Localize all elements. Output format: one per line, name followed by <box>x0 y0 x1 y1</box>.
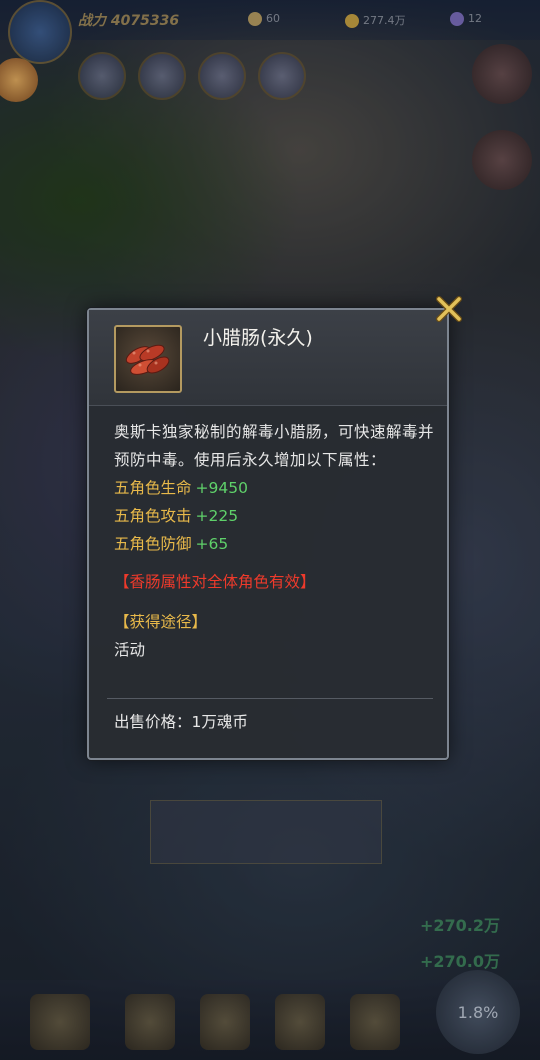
stat-line: 五角色防御 +65 <box>114 530 434 558</box>
top-hud-bar: 战力 4075336 60 277.4万 12 <box>0 0 540 40</box>
menu-button[interactable] <box>350 994 400 1050</box>
effect-notice: 【香肠属性对全体角色有效】 <box>114 573 316 591</box>
stat-value: +65 <box>195 535 229 553</box>
menu-button[interactable] <box>200 994 250 1050</box>
hero-portrait[interactable] <box>198 52 246 100</box>
reward-gain-text: +270.2万 <box>419 916 500 935</box>
resource-counter[interactable]: 60 <box>248 12 280 26</box>
tooltip-header: 小腊肠(永久) <box>89 310 447 406</box>
gem-icon <box>450 12 464 26</box>
menu-button[interactable] <box>125 994 175 1050</box>
stat-name: 五角色攻击 <box>114 507 192 525</box>
resource-counter[interactable]: 277.4万 <box>345 12 406 28</box>
tooltip-body: 奥斯卡独家秘制的解毒小腊肠，可快速解毒并预防中毒。使用后永久增加以下属性： 五角… <box>114 418 434 664</box>
hero-portrait[interactable] <box>78 52 126 100</box>
menu-button[interactable] <box>275 994 325 1050</box>
stat-name: 五角色生命 <box>114 479 192 497</box>
item-description: 奥斯卡独家秘制的解毒小腊肠，可快速解毒并预防中毒。使用后永久增加以下属性： <box>114 423 435 469</box>
divider <box>107 698 433 699</box>
hero-portrait-row <box>78 52 318 104</box>
resource-value: 277.4万 <box>363 14 406 27</box>
stat-line: 五角色攻击 +225 <box>114 502 434 530</box>
progress-percent[interactable]: 1.8% <box>436 970 520 1054</box>
reward-gain-text: +270.0万 <box>419 952 500 971</box>
player-avatar[interactable] <box>8 0 72 64</box>
stat-line: 五角色生命 +9450 <box>114 474 434 502</box>
sell-price: 出售价格：1万魂币 <box>114 713 248 731</box>
stat-name: 五角色防御 <box>114 535 192 553</box>
key-icon <box>248 12 262 26</box>
item-tooltip-panel: 小腊肠(永久) 奥斯卡独家秘制的解毒小腊肠，可快速解毒并预防中毒。使用后永久增加… <box>87 296 462 760</box>
resource-value: 60 <box>266 12 280 25</box>
event-button[interactable] <box>472 44 532 104</box>
hero-portrait[interactable] <box>138 52 186 100</box>
stat-value: +9450 <box>195 479 248 497</box>
source-heading: 【获得途径】 <box>114 613 208 631</box>
close-icon[interactable] <box>434 294 464 324</box>
boss-event-button[interactable] <box>472 130 532 190</box>
combat-power: 战力 4075336 <box>78 13 180 29</box>
coin-icon <box>345 14 359 28</box>
item-title: 小腊肠(永久) <box>203 327 313 349</box>
sausage-icon <box>114 325 182 393</box>
stat-value: +225 <box>195 507 239 525</box>
resource-counter[interactable]: 12 <box>450 12 482 26</box>
quest-banner[interactable] <box>150 800 382 864</box>
main-menu-button[interactable] <box>30 994 90 1050</box>
source-value: 活动 <box>114 641 146 659</box>
hero-portrait[interactable] <box>258 52 306 100</box>
resource-value: 12 <box>468 12 482 25</box>
